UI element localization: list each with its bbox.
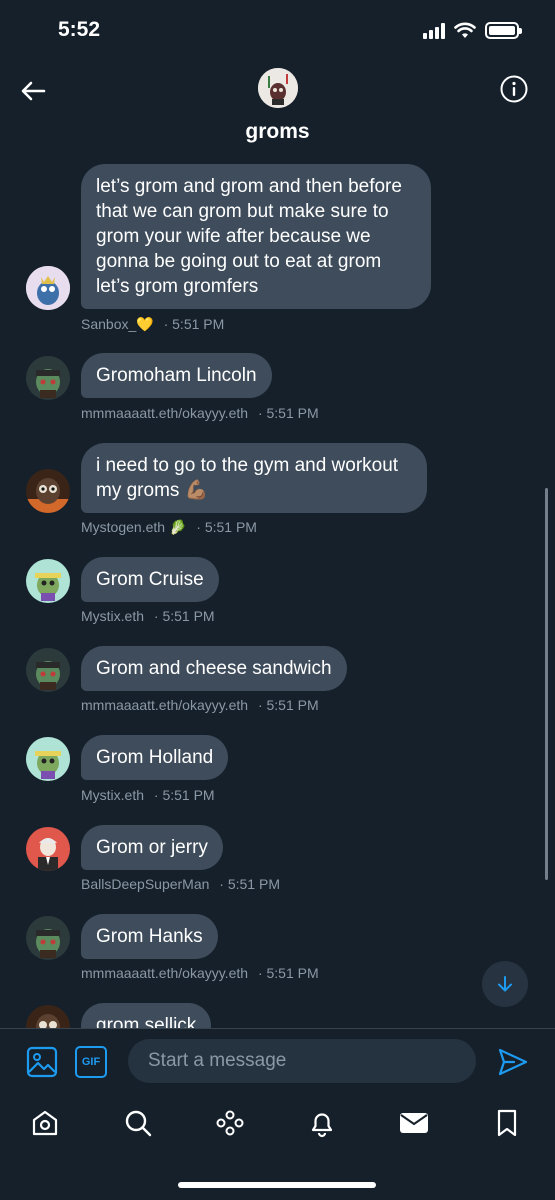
send-button[interactable]	[497, 1046, 529, 1078]
status-bar: 5:52	[0, 0, 555, 62]
message-text: i need to go to the gym and workout my g…	[96, 455, 399, 501]
avatar[interactable]	[26, 737, 70, 781]
cellular-signal-icon	[423, 22, 445, 39]
message-time: · 5:51 PM	[163, 316, 225, 332]
notifications-icon	[311, 1113, 333, 1138]
home-icon	[32, 1110, 58, 1136]
group-avatar-image	[258, 68, 298, 108]
bookmarks-icon	[497, 1109, 517, 1137]
tab-home[interactable]	[28, 1106, 62, 1140]
home-indicator	[178, 1182, 376, 1188]
tab-notifications[interactable]	[305, 1106, 339, 1140]
sender-name[interactable]: Sanbox_💛	[81, 316, 154, 332]
avatar[interactable]	[26, 559, 70, 603]
spaces-icon	[216, 1110, 244, 1136]
message-text: Grom and cheese sandwich	[96, 658, 332, 679]
message-meta: Mystogen.eth 🥬 · 5:51 PM	[81, 519, 257, 536]
messages-icon	[400, 1113, 428, 1133]
message-meta: mmmaaaatt.eth/okayyy.eth · 5:51 PM	[81, 405, 319, 421]
conversation-header: groms	[0, 62, 555, 152]
message-meta: mmmaaaatt.eth/okayyy.eth · 5:51 PM	[81, 697, 319, 713]
message-time: · 5:51 PM	[196, 519, 257, 535]
sender-name[interactable]: mmmaaaatt.eth/okayyy.eth	[81, 405, 248, 421]
message-bubble[interactable]: Grom Cruise	[81, 557, 219, 602]
message-time: · 5:51 PM	[257, 405, 319, 421]
sender-name[interactable]: mmmaaaatt.eth/okayyy.eth	[81, 965, 248, 981]
message-time: · 5:51 PM	[219, 876, 280, 892]
avatar[interactable]	[26, 648, 70, 692]
message-text: Grom Cruise	[96, 569, 204, 590]
message-meta: Mystix.eth · 5:51 PM	[81, 787, 215, 803]
message-composer: GIF	[0, 1028, 555, 1096]
image-button[interactable]	[26, 1046, 58, 1078]
message-text: Gromoham Lincoln	[96, 365, 257, 386]
message-bubble[interactable]: let’s grom and grom and then before that…	[81, 164, 431, 309]
wifi-icon	[454, 22, 476, 38]
avatar[interactable]	[26, 469, 70, 513]
bottom-tab-bar	[0, 1096, 555, 1200]
scroll-to-bottom-button[interactable]	[482, 961, 528, 1007]
message-time: · 5:51 PM	[257, 965, 319, 981]
tab-messages[interactable]	[397, 1106, 431, 1140]
scrollbar[interactable]	[545, 488, 548, 880]
message-time: · 5:51 PM	[153, 787, 215, 803]
group-avatar[interactable]	[258, 68, 298, 108]
tab-spaces[interactable]	[213, 1106, 247, 1140]
conversation-title[interactable]: groms	[0, 120, 555, 144]
message-text: Grom Hanks	[96, 926, 203, 947]
message-bubble[interactable]: Grom or jerry	[81, 825, 223, 870]
sender-name[interactable]: Mystix.eth	[81, 608, 144, 624]
message-input[interactable]	[128, 1039, 476, 1083]
avatar[interactable]	[26, 916, 70, 960]
avatar[interactable]	[26, 356, 70, 400]
sender-name[interactable]: mmmaaaatt.eth/okayyy.eth	[81, 697, 248, 713]
message-text: Grom or jerry	[96, 837, 208, 858]
message-bubble[interactable]: i need to go to the gym and workout my g…	[81, 443, 427, 513]
avatar[interactable]	[26, 827, 70, 871]
info-button[interactable]	[499, 74, 529, 104]
message-bubble[interactable]: grom sellick	[81, 1003, 212, 1028]
gif-label: GIF	[81, 1056, 101, 1068]
message-bubble[interactable]: Grom Hanks	[81, 914, 218, 959]
message-text: let’s grom and grom and then before that…	[96, 176, 402, 297]
sender-name[interactable]: Mystogen.eth 🥬	[81, 519, 186, 535]
tab-bookmarks[interactable]	[490, 1106, 524, 1140]
tab-search[interactable]	[121, 1106, 155, 1140]
message-bubble[interactable]: Gromoham Lincoln	[81, 353, 272, 398]
avatar[interactable]	[26, 266, 70, 310]
message-bubble[interactable]: Grom and cheese sandwich	[81, 646, 347, 691]
message-bubble[interactable]: Grom Holland	[81, 735, 229, 780]
message-meta: Sanbox_💛 · 5:51 PM	[81, 316, 224, 333]
message-meta: BallsDeepSuperMan · 5:51 PM	[81, 876, 280, 892]
gif-button[interactable]: GIF	[75, 1046, 107, 1078]
sender-name[interactable]: Mystix.eth	[81, 787, 144, 803]
status-time: 5:52	[58, 18, 101, 41]
sender-name[interactable]: BallsDeepSuperMan	[81, 876, 209, 892]
message-meta: mmmaaaatt.eth/okayyy.eth · 5:51 PM	[81, 965, 319, 981]
message-time: · 5:51 PM	[153, 608, 215, 624]
message-list[interactable]: let’s grom and grom and then before that…	[0, 152, 555, 1028]
status-icons	[423, 22, 522, 39]
message-time: · 5:51 PM	[257, 697, 319, 713]
message-text: grom sellick	[96, 1015, 197, 1028]
message-text: Grom Holland	[96, 747, 214, 768]
avatar[interactable]	[26, 1005, 70, 1028]
arrow-down-icon	[498, 976, 512, 992]
back-button[interactable]	[16, 74, 50, 108]
battery-icon	[485, 22, 522, 39]
search-icon	[125, 1110, 152, 1137]
message-meta: Mystix.eth · 5:51 PM	[81, 608, 215, 624]
